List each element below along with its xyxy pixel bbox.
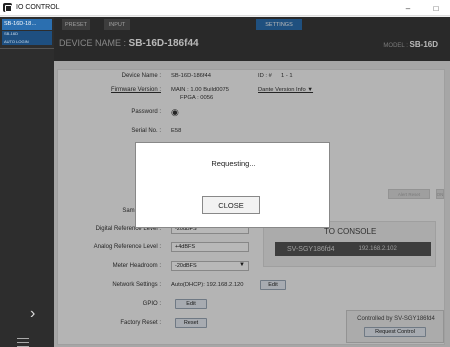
sidebar-divider: [0, 48, 54, 49]
minimize-button[interactable]: –: [396, 0, 420, 16]
maximize-button[interactable]: □: [424, 0, 448, 16]
app-icon: [3, 3, 12, 12]
dialog-message: Requesting...: [211, 159, 256, 168]
chevron-right-icon[interactable]: ›: [30, 305, 35, 323]
title-bar: IO CONTROL – □: [0, 0, 450, 16]
requesting-dialog: Requesting... CLOSE: [135, 142, 330, 228]
sidebar-device-status: SB-16D AUTO LOGIN: [2, 31, 52, 45]
sidebar-device-item[interactable]: SB-16D-18…: [2, 19, 52, 30]
window-title: IO CONTROL: [16, 4, 60, 11]
auto-login-text: AUTO LOGIN: [4, 38, 29, 44]
close-button[interactable]: CLOSE: [202, 196, 260, 214]
menu-icon[interactable]: [17, 338, 29, 347]
sidebar: SB-16D-18… SB-16D AUTO LOGIN ›: [0, 17, 54, 347]
